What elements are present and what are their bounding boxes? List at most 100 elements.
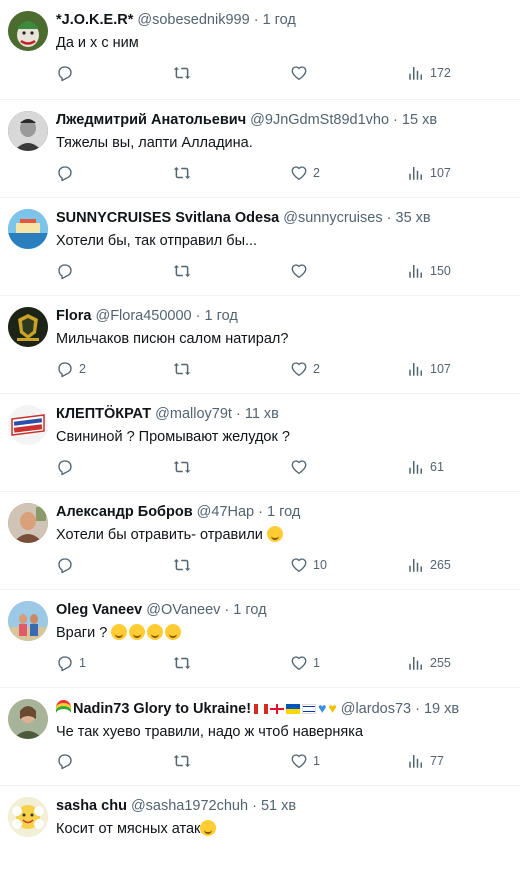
tweet-text: Враги ? [56, 623, 512, 643]
author-handle[interactable]: @sunnycruises [283, 210, 382, 226]
author-name[interactable]: КЛЕПТÖКРАТ [56, 406, 151, 422]
like-button[interactable]: 2 [290, 359, 320, 379]
reply-button[interactable]: 2 [56, 359, 86, 379]
views-icon [409, 755, 422, 768]
author-handle[interactable]: @malloy79t [155, 406, 232, 422]
like-button[interactable]: 1 [290, 751, 320, 771]
views-button[interactable]: 172 [407, 63, 451, 83]
timestamp[interactable]: 19 хв [424, 701, 459, 717]
yellow-heart-icon: ♥ [328, 700, 337, 716]
retweet-button[interactable] [173, 63, 196, 83]
timestamp[interactable]: 1 год [267, 504, 300, 520]
author-handle[interactable]: @9JnGdmSt89d1vho [250, 112, 389, 128]
avatar[interactable] [8, 405, 48, 445]
retweet-button[interactable] [173, 653, 196, 673]
retweet-button[interactable] [173, 457, 196, 477]
tongue-face-emoji-icon [111, 624, 128, 640]
author-name[interactable]: Лжедмитрий Анатольевич [56, 112, 246, 128]
tweet-text: Свининой ? Промывают желудок ? [56, 429, 290, 445]
reply-button[interactable] [56, 457, 79, 477]
like-button[interactable]: 10 [290, 555, 327, 575]
author-name[interactable]: Flora [56, 308, 91, 324]
timestamp[interactable]: 11 хв [245, 406, 279, 422]
views-button[interactable]: 150 [407, 261, 451, 281]
reply-tweet[interactable]: Александр Бобров @47Hap · 1 год Хотели б… [0, 492, 520, 590]
thinking-face-emoji-icon [147, 624, 164, 640]
timestamp[interactable]: 1 год [233, 602, 266, 618]
timestamp[interactable]: 1 год [205, 308, 238, 324]
reply-button[interactable] [56, 63, 79, 83]
author-name[interactable]: Oleg Vaneev [56, 602, 142, 618]
like-button[interactable]: 2 [290, 163, 320, 183]
author-name[interactable]: *J.O.K.E.R* [56, 12, 133, 28]
retweet-button[interactable] [173, 555, 196, 575]
reply-tweet[interactable]: SUNNYCRUISES Svitlana Odesa @sunnycruise… [0, 198, 520, 296]
avatar[interactable] [8, 209, 48, 249]
like-button[interactable] [290, 63, 313, 83]
author-name[interactable]: Nadin73 Glory to Ukraine! [73, 701, 251, 717]
timestamp[interactable]: 51 хв [261, 798, 296, 814]
author-name[interactable]: Александр Бобров [56, 504, 193, 520]
smiling-face-emoji-icon [266, 526, 283, 542]
view-count: 61 [430, 460, 444, 474]
author-handle[interactable]: @OVaneev [146, 602, 220, 618]
retweet-icon [173, 265, 191, 277]
timestamp[interactable]: 15 хв [402, 112, 437, 128]
timestamp[interactable]: 1 год [263, 12, 296, 28]
ukraine-flag-icon [286, 704, 301, 714]
author-handle[interactable]: @sobesednik999 [137, 12, 249, 28]
reply-tweet[interactable]: КЛЕПТÖКРАТ @malloy79t · 11 хв Свининой ?… [0, 394, 520, 492]
view-count: 265 [430, 558, 451, 572]
avatar[interactable] [8, 307, 48, 347]
author-handle[interactable]: @47Hap [197, 504, 254, 520]
like-button[interactable] [290, 261, 313, 281]
view-count: 150 [430, 264, 451, 278]
reply-button[interactable] [56, 163, 79, 183]
tweet-text: Че так хуево травили, надо ж чтоб наверн… [56, 724, 364, 740]
author-name[interactable]: SUNNYCRUISES Svitlana Odesa [56, 210, 279, 226]
view-count: 77 [430, 754, 444, 768]
reply-tweet[interactable]: *J.O.K.E.R* @sobesednik999 · 1 год Да и … [0, 0, 520, 100]
tweet-text: Хотели бы, так отправил бы... [56, 233, 258, 249]
retweet-button[interactable] [173, 261, 196, 281]
retweet-button[interactable] [173, 359, 196, 379]
reply-tweet[interactable]: Лжедмитрий Анатольевич @9JnGdmSt89d1vho … [0, 100, 520, 198]
avatar[interactable] [8, 699, 48, 739]
separator-dot: · [393, 112, 398, 128]
author-handle[interactable]: @lardos73 [341, 701, 411, 717]
views-button[interactable]: 107 [407, 359, 451, 379]
retweet-button[interactable] [173, 163, 196, 183]
views-button[interactable]: 61 [407, 457, 444, 477]
views-button[interactable]: 255 [407, 653, 451, 673]
reply-button[interactable] [56, 555, 79, 575]
author-handle[interactable]: @sasha1972chuh [131, 798, 248, 814]
avatar[interactable] [8, 797, 48, 837]
avatar[interactable] [8, 11, 48, 51]
views-button[interactable]: 107 [407, 163, 451, 183]
reply-tweet[interactable]: Nadin73 Glory to Ukraine! ♥ ♥ @lardos73 · … [0, 688, 520, 786]
like-button[interactable] [290, 457, 313, 477]
reply-tweet[interactable]: Oleg Vaneev @OVaneev · 1 год Враги ? 1 1… [0, 590, 520, 688]
georgia-flag-icon [270, 704, 285, 714]
reply-button[interactable] [56, 751, 79, 771]
reply-button[interactable] [56, 261, 79, 281]
reply-tweet[interactable]: Flora @Flora450000 · 1 год Мильчаков пис… [0, 296, 520, 394]
retweet-button[interactable] [173, 751, 196, 771]
like-count: 2 [313, 166, 320, 180]
avatar[interactable] [8, 601, 48, 641]
separator-dot: · [224, 602, 230, 618]
reply-button[interactable]: 1 [56, 653, 86, 673]
views-button[interactable]: 77 [407, 751, 444, 771]
like-button[interactable]: 1 [290, 653, 320, 673]
reply-icon [58, 656, 72, 672]
views-button[interactable]: 265 [407, 555, 451, 575]
author-name[interactable]: sasha chu [56, 798, 127, 814]
reply-tweet[interactable]: sasha chu @sasha1972chuh · 51 хв Косит о… [0, 786, 520, 884]
avatar[interactable] [8, 503, 48, 543]
views-icon [409, 265, 422, 278]
author-handle[interactable]: @Flora450000 [95, 308, 191, 324]
timestamp[interactable]: 35 хв [396, 210, 431, 226]
separator-dot: · [386, 210, 392, 226]
avatar[interactable] [8, 111, 48, 151]
separator-dot: · [415, 701, 420, 717]
